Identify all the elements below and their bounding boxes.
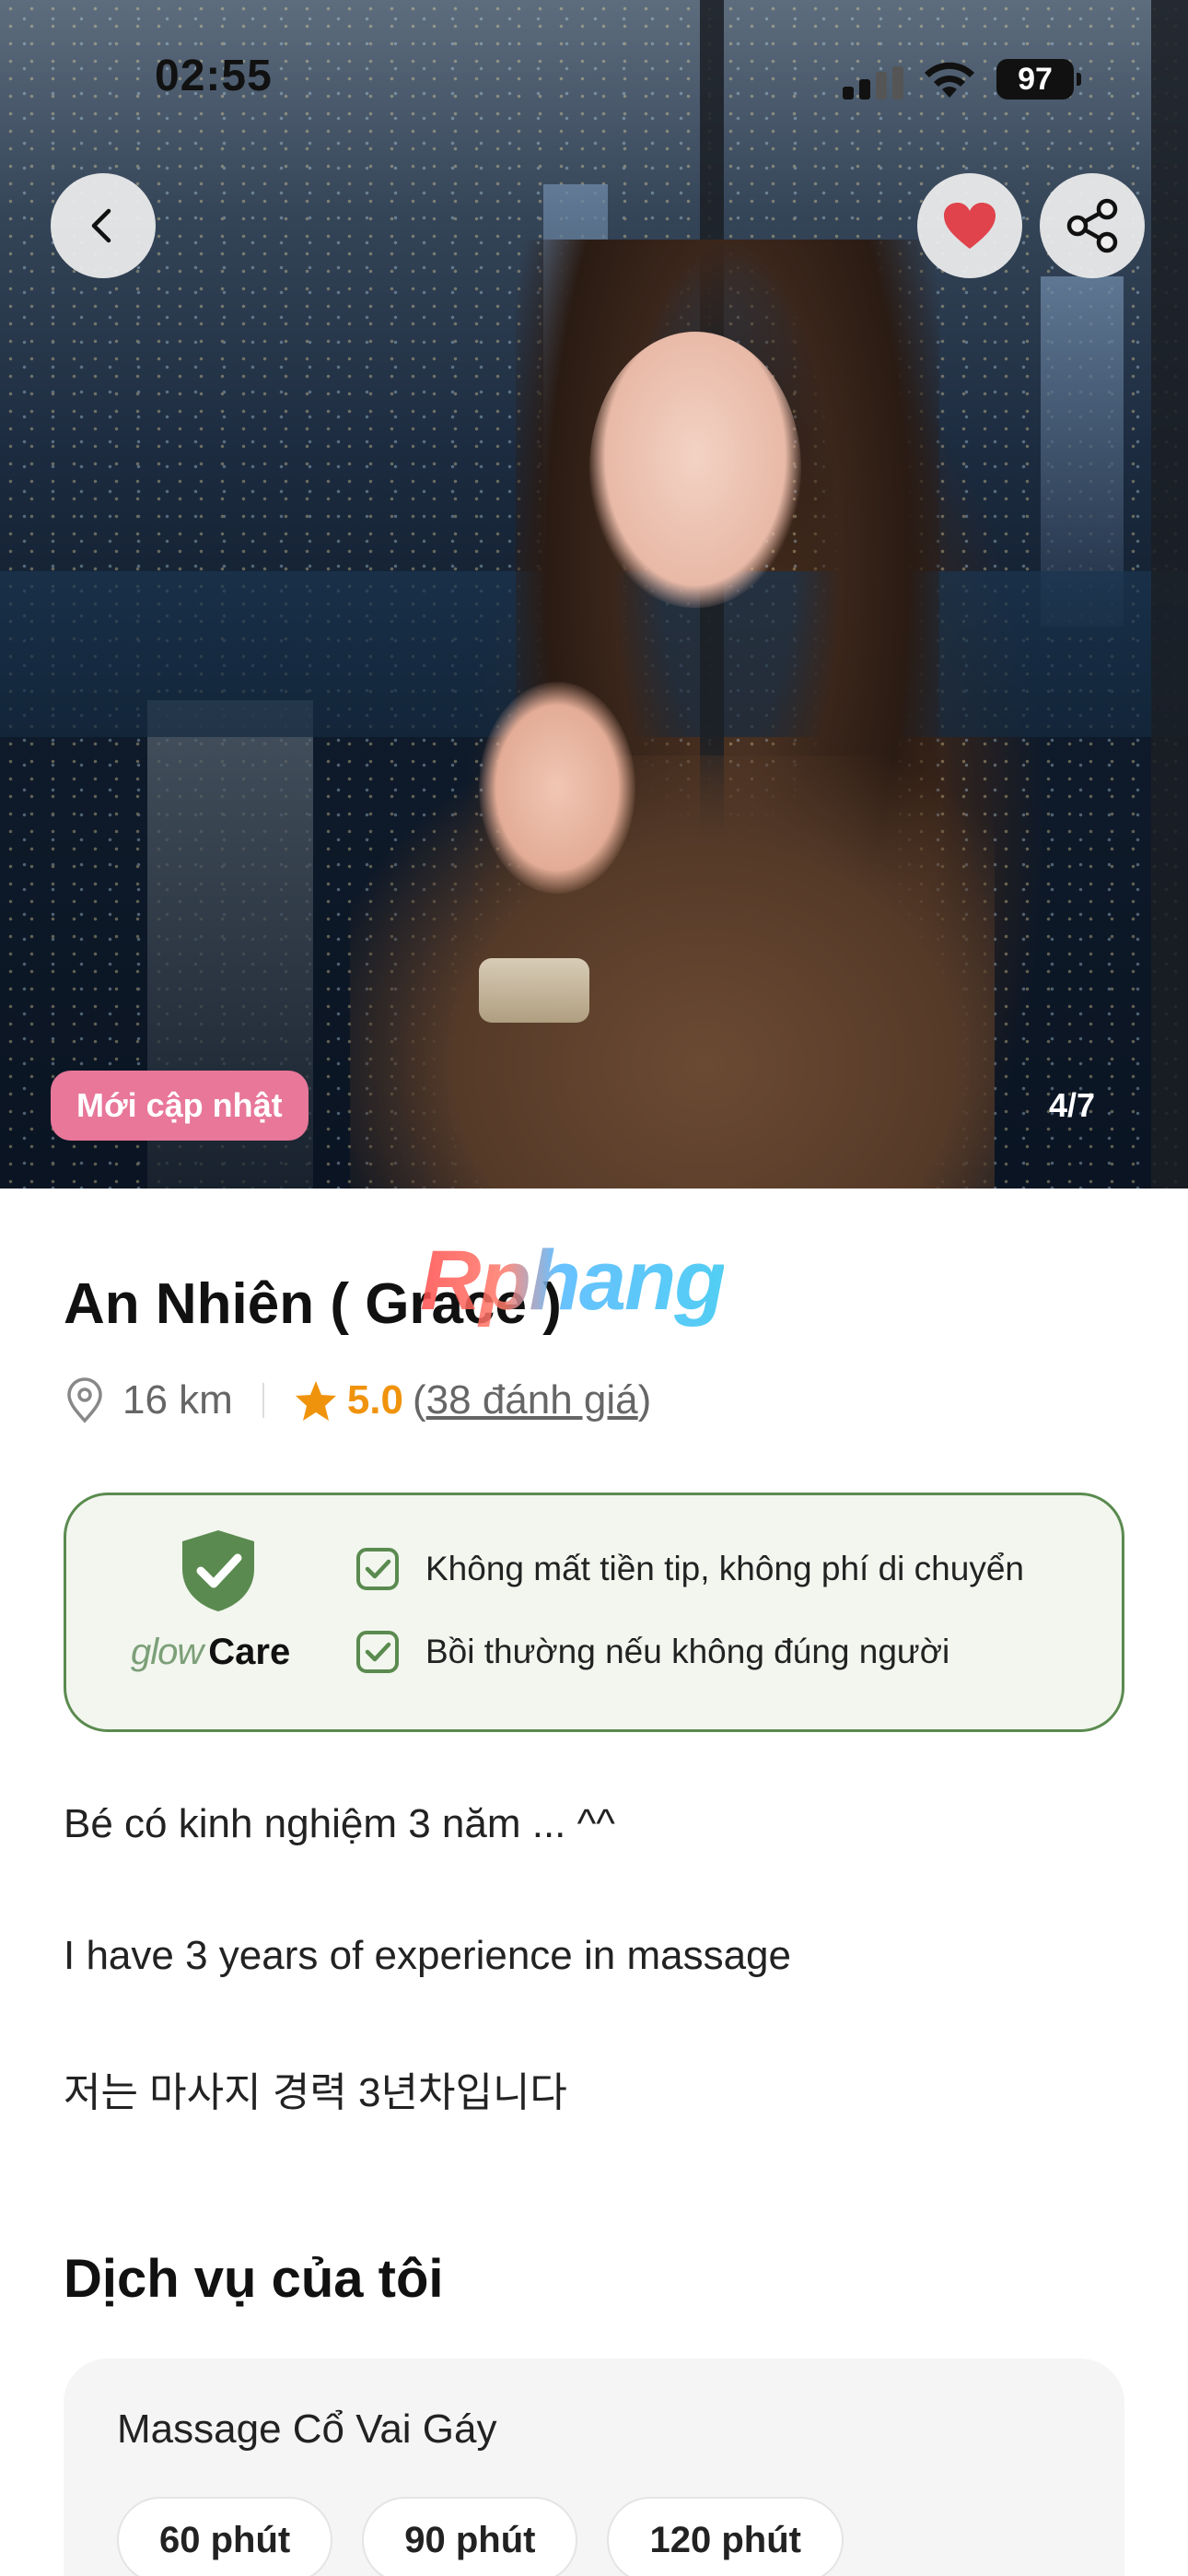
glow-care-logo-care: Care xyxy=(208,1632,291,1672)
heart-icon xyxy=(944,203,996,249)
duration-options: 60 phút 90 phút 120 phút xyxy=(117,2497,844,2576)
new-update-badge: Mới cập nhật xyxy=(51,1071,309,1141)
photo-window-frame xyxy=(1151,0,1188,1188)
wifi-icon xyxy=(925,62,974,98)
duration-chip[interactable]: 120 phút xyxy=(607,2497,844,2576)
reviews-close-paren: ) xyxy=(637,1377,652,1423)
meta-divider xyxy=(262,1383,264,1418)
care-benefit-text: Không mất tiền tip, không phí di chuyển xyxy=(425,1550,1024,1587)
share-icon xyxy=(1066,198,1118,253)
favorite-button[interactable] xyxy=(917,173,1022,278)
bio-line: 저는 마사지 경력 3년차입니다 xyxy=(64,2070,567,2115)
glow-care-box: glow Care Không mất tiền tip, không phí d… xyxy=(64,1493,1124,1732)
bio-line: I have 3 years of experience in massage xyxy=(64,1933,792,1978)
glow-care-logo: glow Care xyxy=(131,1632,290,1673)
photo-watch xyxy=(479,958,589,1023)
photo-shirt xyxy=(350,755,995,1188)
photo-hand xyxy=(479,682,635,894)
watermark-logo: Rphang xyxy=(420,1234,726,1328)
service-name: Massage Cổ Vai Gáy xyxy=(117,2406,497,2452)
checkbox-checked-icon xyxy=(356,1631,399,1673)
glow-care-logo-glow: glow xyxy=(131,1632,204,1672)
battery-indicator: 97 xyxy=(996,59,1081,100)
photo-face xyxy=(589,332,801,608)
bio-line: Bé có kinh nghiệm 3 năm ... ^^ xyxy=(64,1801,615,1846)
location-pin-icon xyxy=(67,1377,102,1423)
reviews-link[interactable]: 38 đánh giá xyxy=(426,1377,638,1423)
services-title: Dịch vụ của tôi xyxy=(64,2249,444,2309)
service-card[interactable]: Massage Cổ Vai Gáy 60 phút 90 phút 120 p… xyxy=(64,2359,1124,2576)
care-benefit-item: Không mất tiền tip, không phí di chuyển xyxy=(355,1547,1024,1591)
duration-chip[interactable]: 60 phút xyxy=(117,2497,333,2576)
star-icon xyxy=(295,1381,336,1421)
duration-chip[interactable]: 90 phút xyxy=(362,2497,578,2576)
distance-text: 16 km xyxy=(122,1377,233,1423)
profile-meta: 16 km 5.0 ( 38 đánh giá ) xyxy=(64,1373,651,1428)
share-button[interactable] xyxy=(1040,173,1145,278)
back-button[interactable] xyxy=(51,173,156,278)
photo-counter: 4/7 xyxy=(1048,1086,1096,1124)
care-benefit-item: Bồi thường nếu không đúng người xyxy=(355,1630,949,1674)
profile-photo[interactable] xyxy=(0,0,1188,1188)
chevron-left-icon xyxy=(91,208,111,243)
signal-icon xyxy=(843,66,907,100)
shield-check-icon xyxy=(182,1530,254,1611)
status-time: 02:55 xyxy=(155,52,273,100)
care-benefit-text: Bồi thường nếu không đúng người xyxy=(425,1633,950,1670)
reviews-open-paren: ( xyxy=(413,1377,426,1423)
rating-value: 5.0 xyxy=(346,1377,403,1423)
checkbox-checked-icon xyxy=(356,1548,399,1590)
